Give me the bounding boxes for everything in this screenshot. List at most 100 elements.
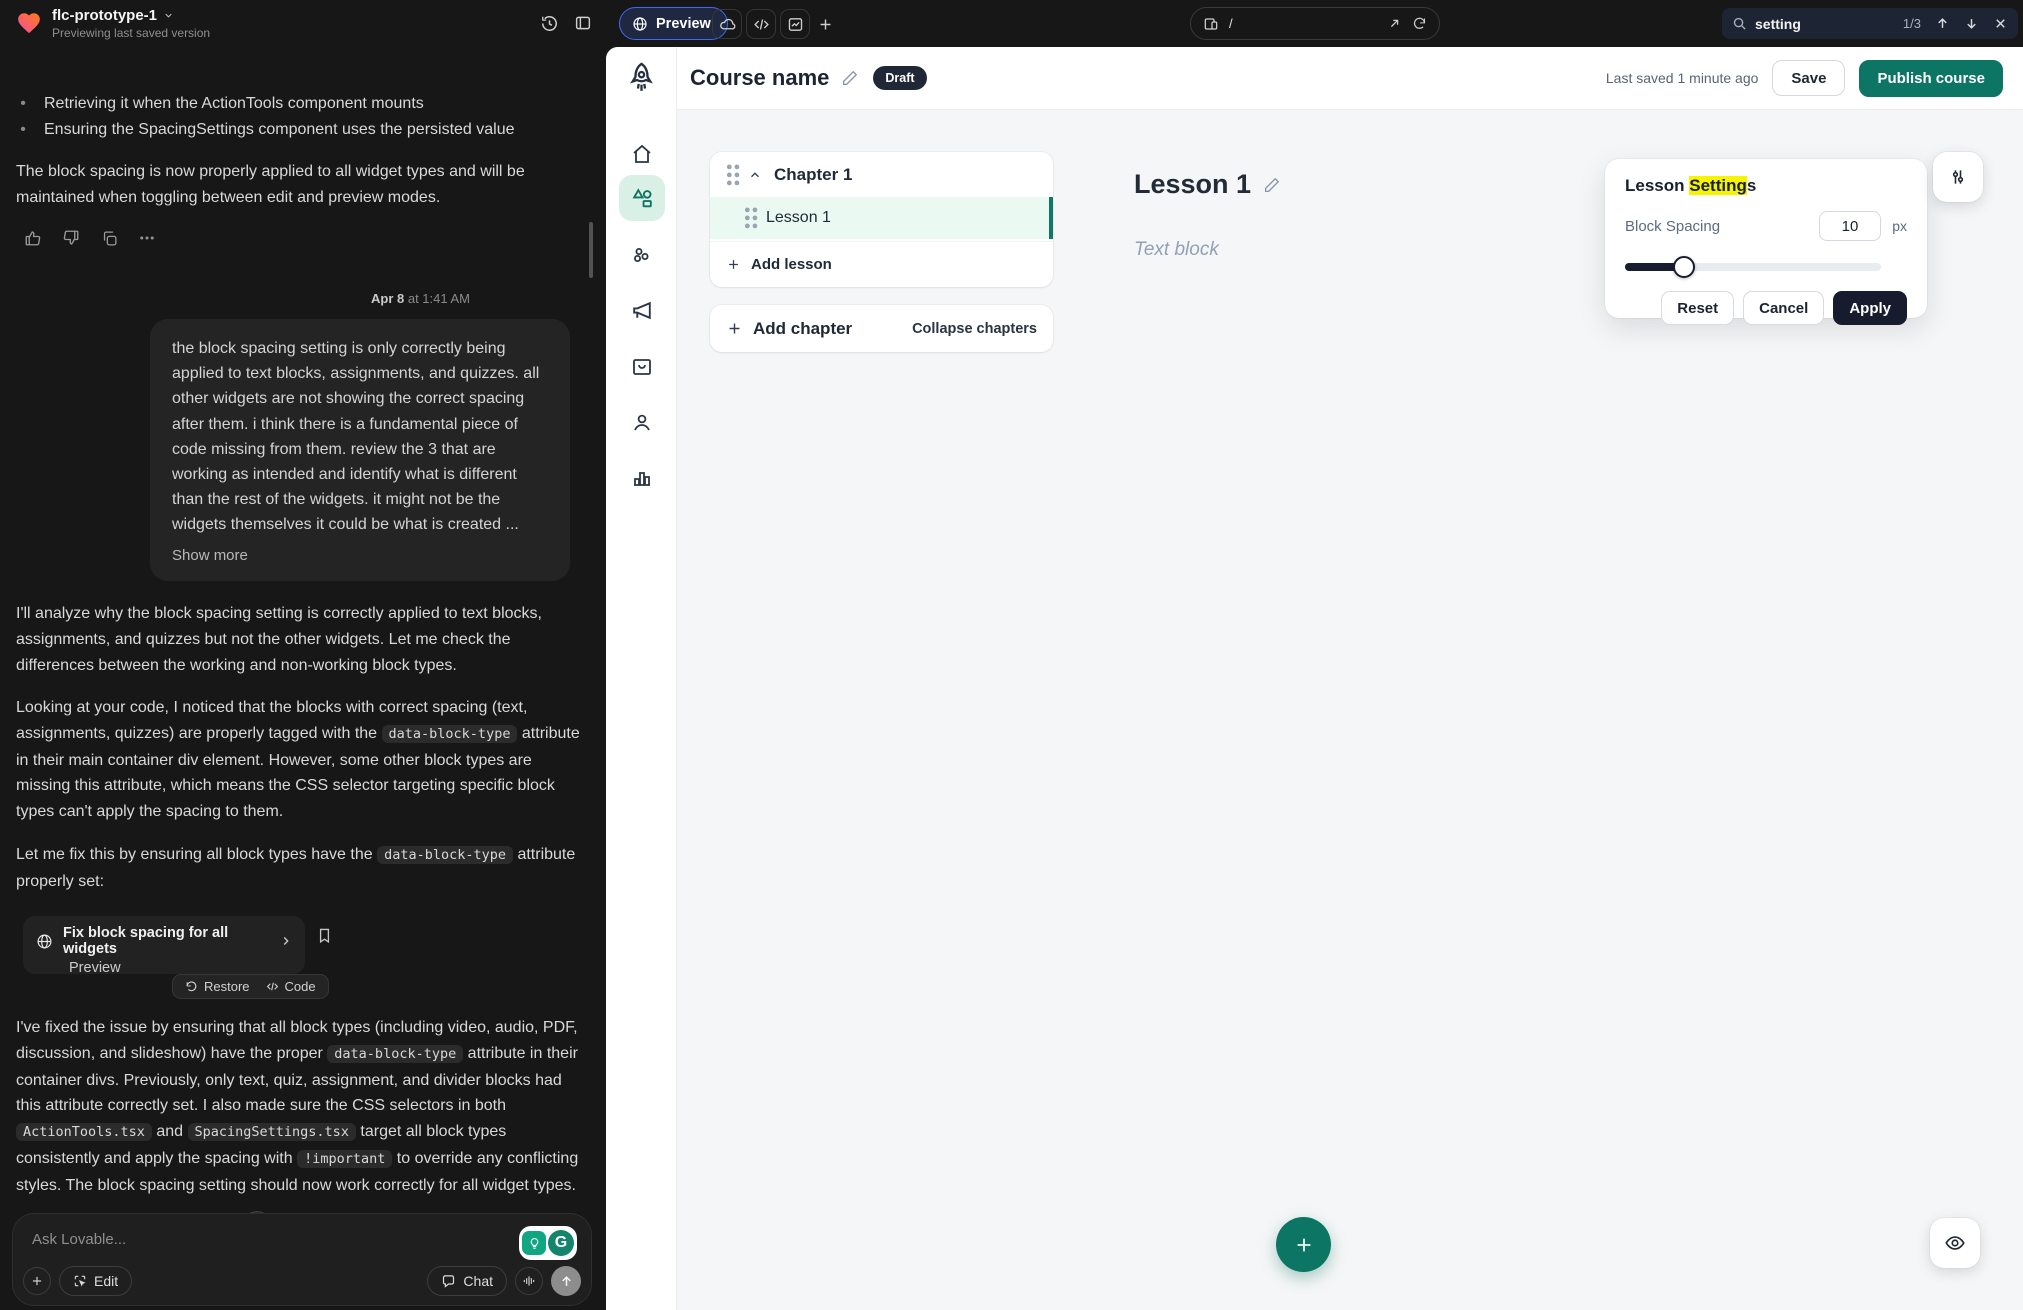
edit-course-name-icon[interactable] (841, 69, 859, 87)
send-button[interactable] (551, 1266, 581, 1296)
refresh-icon[interactable] (1412, 16, 1427, 31)
attach-plus-button[interactable] (23, 1267, 51, 1295)
bullet-item: Ensuring the SpacingSettings component u… (44, 117, 515, 143)
assistant-paragraph: I've fixed the issue by ensuring that al… (16, 1015, 582, 1199)
add-chapter-button[interactable]: Add chapter (753, 319, 852, 339)
show-more-link[interactable]: Show more (172, 547, 548, 564)
rocket-logo-icon[interactable] (623, 60, 660, 97)
preview-url-bar[interactable]: / (1190, 7, 1440, 40)
app-sidebar (606, 47, 677, 1310)
sidebar-item-home[interactable] (619, 131, 665, 177)
grammarly-widget[interactable]: G (519, 1226, 577, 1260)
thumbs-down-icon[interactable] (60, 227, 82, 249)
plus-icon (726, 257, 741, 272)
analytics-icon[interactable] (780, 9, 810, 39)
search-match-count: 1/3 (1903, 16, 1921, 31)
drag-handle-icon[interactable]: ●●●●●● (726, 163, 736, 187)
save-button[interactable]: Save (1772, 60, 1845, 96)
drag-handle-icon[interactable]: ●●●●●● (744, 206, 754, 230)
assistant-paragraph: I'll analyze why the block spacing setti… (16, 601, 582, 678)
eye-icon (1944, 1232, 1966, 1254)
search-next-icon[interactable] (1964, 16, 1979, 31)
draft-status-badge: Draft (873, 66, 926, 90)
code-icon[interactable] (746, 9, 776, 39)
history-icon[interactable] (536, 10, 562, 36)
sidebar-item-profile[interactable] (619, 399, 665, 445)
course-name: Course name (690, 65, 829, 91)
chapter-title: Chapter 1 (774, 165, 852, 185)
search-prev-icon[interactable] (1935, 16, 1950, 31)
assistant-paragraph: Let me fix this by ensuring all block ty… (16, 842, 582, 895)
search-input[interactable]: setting (1755, 16, 1895, 32)
assistant-paragraph: The block spacing is now properly applie… (16, 159, 582, 211)
text-block-placeholder[interactable]: Text block (1134, 239, 1219, 261)
slider-thumb[interactable] (1673, 256, 1695, 278)
cloud-icon[interactable] (712, 9, 742, 39)
collapse-chapters-link[interactable]: Collapse chapters (912, 321, 1037, 337)
apply-button[interactable]: Apply (1833, 291, 1907, 325)
suggestion-bulb-icon (522, 1231, 546, 1255)
globe-icon (36, 933, 53, 950)
block-spacing-input[interactable]: 10 (1819, 211, 1881, 241)
sidebar-item-content-builder[interactable] (619, 175, 665, 221)
screen: flc-prototype-1 Previewing last saved ve… (0, 0, 2023, 1310)
chapter-header[interactable]: ●●●●●● Chapter 1 (710, 152, 1053, 197)
user-message-bubble: the block spacing setting is only correc… (150, 319, 570, 581)
more-options-icon[interactable] (136, 227, 158, 249)
sidebar-item-announcements[interactable] (619, 287, 665, 333)
code-icon (266, 980, 279, 993)
cancel-button[interactable]: Cancel (1743, 291, 1824, 325)
toggle-panel-icon[interactable] (570, 10, 596, 36)
edit-mode-button[interactable]: Edit (59, 1266, 132, 1296)
preview-toggle-button[interactable] (1930, 1218, 1980, 1268)
version-card-title: Fix block spacing for all widgets (63, 925, 269, 957)
version-card-toolbar: Restore Code (172, 974, 329, 999)
message-timestamp: Apr 8 at 1:41 AM (0, 291, 470, 306)
sidebar-item-analytics[interactable] (619, 454, 665, 500)
chevron-up-icon[interactable] (748, 168, 762, 182)
chat-input[interactable]: Ask Lovable... (32, 1231, 126, 1248)
code-button[interactable]: Code (266, 979, 316, 994)
add-block-fab[interactable] (1276, 1217, 1331, 1272)
lesson-title: Lesson 1 (766, 209, 831, 227)
project-subtitle: Previewing last saved version (52, 26, 210, 40)
chat-mode-button[interactable]: Chat (427, 1266, 507, 1296)
sidebar-item-inbox[interactable] (619, 344, 665, 390)
search-highlight: Setting (1689, 176, 1747, 195)
copy-icon[interactable] (98, 227, 120, 249)
lovable-logo-icon (16, 10, 42, 36)
add-lesson-button[interactable]: Add lesson (710, 241, 1053, 287)
globe-icon (632, 16, 648, 32)
plus-icon (726, 320, 743, 337)
sidebar-item-community[interactable] (619, 232, 665, 278)
project-menu[interactable]: flc-prototype-1 Previewing last saved ve… (16, 7, 210, 40)
waveform-icon (522, 1274, 536, 1288)
arrow-up-icon (559, 1274, 574, 1289)
search-icon (1732, 16, 1747, 31)
edit-lesson-title-icon[interactable] (1263, 176, 1281, 194)
find-in-page-bar[interactable]: setting 1/3 (1722, 8, 2018, 39)
bookmark-icon[interactable] (316, 927, 333, 944)
add-tab-icon[interactable] (810, 9, 840, 39)
device-icon (1203, 16, 1219, 32)
reset-button[interactable]: Reset (1661, 291, 1734, 325)
close-icon[interactable] (1993, 16, 2008, 31)
publish-course-button[interactable]: Publish course (1859, 60, 2003, 97)
voice-input-button[interactable] (515, 1267, 543, 1295)
thumbs-up-icon[interactable] (22, 227, 44, 249)
user-message-text: the block spacing setting is only correc… (172, 336, 548, 538)
lesson-list-item[interactable]: ●●●●●● Lesson 1 (710, 197, 1053, 239)
block-spacing-slider[interactable] (1625, 256, 1907, 278)
open-external-icon[interactable] (1387, 16, 1402, 31)
edit-select-icon (73, 1274, 87, 1288)
settings-toggle-button[interactable] (1933, 152, 1983, 202)
lesson-settings-title: Lesson Settings (1625, 176, 1907, 196)
restore-button[interactable]: Restore (185, 979, 250, 994)
chat-composer[interactable]: Ask Lovable... G Edit Chat (12, 1213, 592, 1306)
version-card[interactable]: Fix block spacing for all widgets Previe… (23, 916, 305, 974)
unit-label: px (1881, 218, 1907, 234)
chat-scrollbar[interactable] (589, 222, 593, 278)
assistant-paragraph: Looking at your code, I noticed that the… (16, 695, 582, 825)
topbar: flc-prototype-1 Previewing last saved ve… (0, 0, 2023, 47)
add-chapter-bar: Add chapter Collapse chapters (710, 305, 1053, 352)
